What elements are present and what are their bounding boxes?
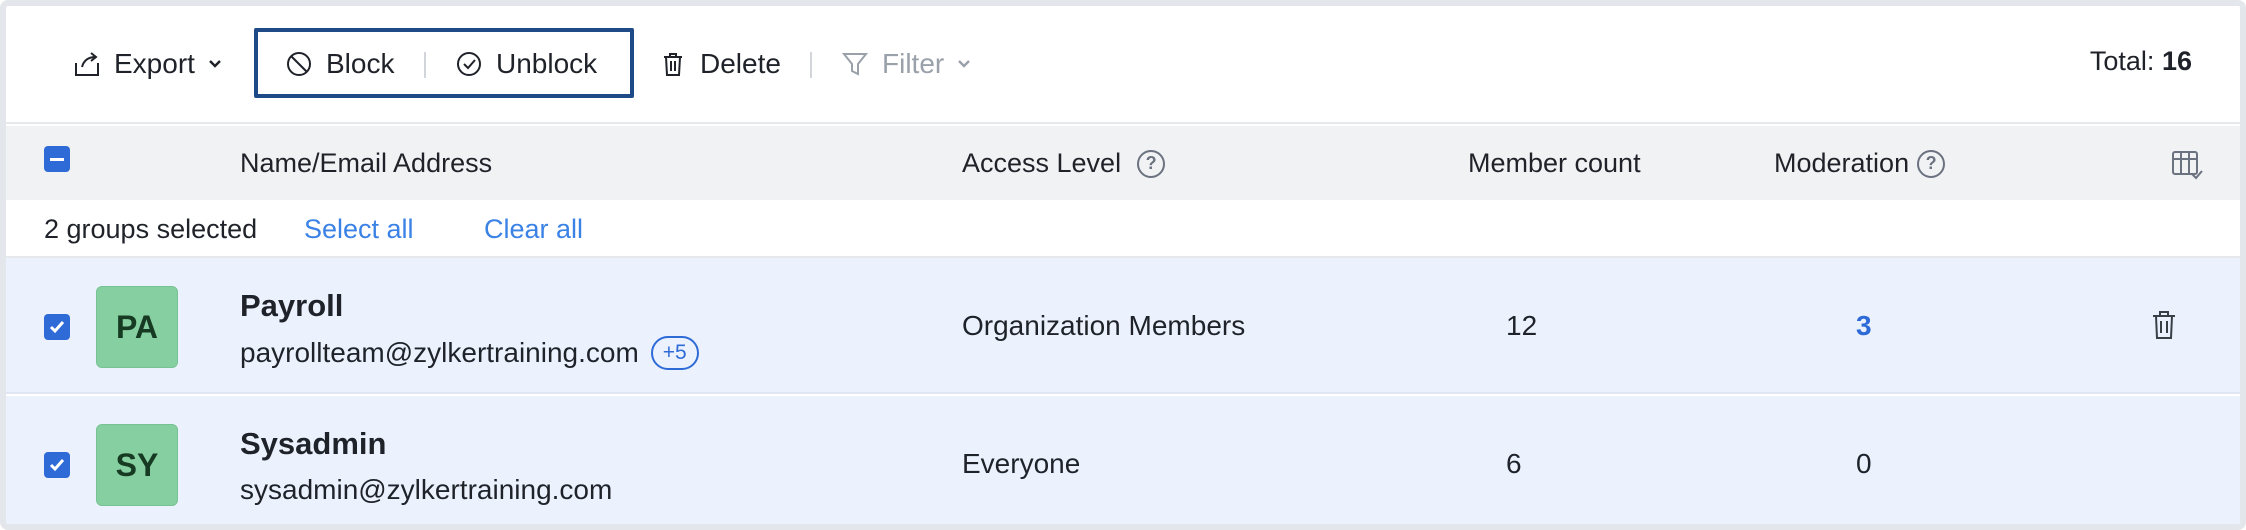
chevron-down-icon <box>958 60 971 68</box>
block-label: Block <box>326 48 395 79</box>
trash-icon <box>664 53 682 76</box>
moderation-count: 0 <box>1856 448 1872 479</box>
member-count: 6 <box>1506 448 1522 479</box>
export-label: Export <box>114 48 195 79</box>
block-icon <box>287 52 311 76</box>
total-label: Total: <box>2089 46 2155 76</box>
table-row[interactable]: PA Payroll payrollteam@zylkertraining.co… <box>6 258 2240 394</box>
group-name[interactable]: Payroll <box>240 288 343 324</box>
header-access-label: Access Level <box>962 148 1122 178</box>
column-settings-icon <box>2172 151 2203 180</box>
total-value: 16 <box>2161 46 2192 76</box>
header-access-level: Access Level ? <box>962 148 1166 179</box>
group-email: sysadmin@zylkertraining.com <box>240 474 612 506</box>
member-count: 12 <box>1506 310 1538 341</box>
toolbar-divider <box>810 52 812 78</box>
delete-label: Delete <box>700 48 781 79</box>
unblock-icon <box>457 52 481 76</box>
alias-count-badge[interactable]: +5 <box>650 336 699 370</box>
row-checkbox[interactable] <box>44 452 70 478</box>
block-button[interactable]: Block <box>284 36 394 92</box>
access-level: Everyone <box>962 448 1081 479</box>
help-icon[interactable]: ? <box>1917 149 1946 178</box>
row-checkbox[interactable] <box>44 314 70 340</box>
indeterminate-mark <box>50 157 64 161</box>
table-header: Name/Email Address Access Level ? Member… <box>6 126 2240 200</box>
header-member-count: Member count <box>1468 148 1641 179</box>
header-moderation: Moderation ? <box>1774 148 1946 179</box>
trash-icon <box>2153 311 2175 339</box>
group-email: payrollteam@zylkertraining.com +5 <box>240 336 699 370</box>
selection-bar: 2 groups selected Select all Clear all <box>6 200 2240 258</box>
moderation-count[interactable]: 3 <box>1856 310 1872 342</box>
select-all-link[interactable]: Select all <box>304 214 414 245</box>
selection-count: 2 groups selected <box>44 214 258 244</box>
unblock-button[interactable]: Unblock <box>454 36 597 92</box>
clear-all-link[interactable]: Clear all <box>484 214 583 245</box>
checkmark-icon <box>49 321 65 334</box>
group-email-text: sysadmin@zylkertraining.com <box>240 474 613 505</box>
select-all-checkbox[interactable] <box>44 146 70 172</box>
toolbar: Export Block Unblock Delete Filter Total… <box>6 6 2240 124</box>
export-icon <box>75 52 99 76</box>
groups-panel: Export Block Unblock Delete Filter Total… <box>0 0 2246 530</box>
delete-button[interactable]: Delete <box>658 36 781 92</box>
table-row[interactable]: SY Sysadmin sysadmin@zylkertraining.com … <box>6 396 2240 524</box>
avatar: PA <box>96 286 178 368</box>
toolbar-divider <box>424 52 426 78</box>
header-members-label: Member count <box>1468 148 1641 178</box>
header-name: Name/Email Address <box>240 148 492 179</box>
avatar: SY <box>96 424 178 506</box>
help-icon[interactable]: ? <box>1137 149 1166 178</box>
column-settings-button[interactable] <box>2170 148 2204 182</box>
total-count: Total: 16 <box>2090 46 2192 77</box>
chevron-down-icon <box>209 60 221 68</box>
group-name[interactable]: Sysadmin <box>240 426 386 462</box>
row-delete-button[interactable] <box>2148 308 2180 342</box>
export-button[interactable]: Export <box>72 36 223 92</box>
filter-icon <box>841 53 869 76</box>
header-moderation-label: Moderation <box>1774 148 1910 178</box>
filter-label: Filter <box>882 48 945 79</box>
group-email-text: payrollteam@zylkertraining.com <box>240 337 639 368</box>
unblock-label: Unblock <box>496 48 598 79</box>
header-name-label: Name/Email Address <box>240 148 493 178</box>
checkmark-icon <box>49 459 65 472</box>
filter-button[interactable]: Filter <box>840 36 972 92</box>
access-level: Organization Members <box>962 310 1246 341</box>
